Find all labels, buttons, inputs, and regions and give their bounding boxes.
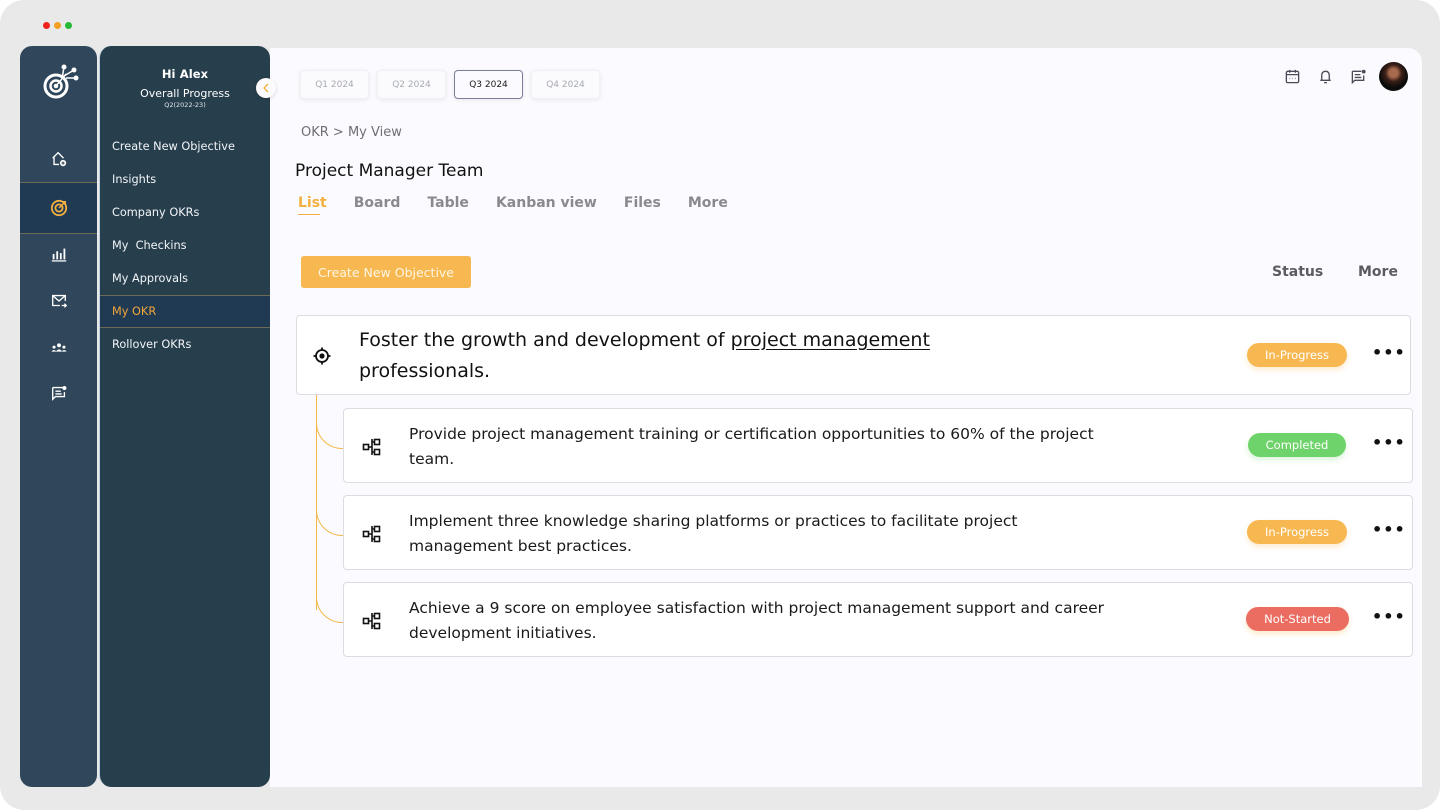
status-column-header[interactable]: Status <box>1272 264 1323 280</box>
key-result-row[interactable]: Provide project management training or c… <box>343 408 1413 483</box>
sidebar-item-my-checkins[interactable]: My Checkins <box>100 229 270 262</box>
maximize-window-button[interactable] <box>65 22 72 29</box>
rail-item-okr[interactable] <box>20 182 97 234</box>
sidebar-item-create-new-objective[interactable]: Create New Objective <box>100 130 270 163</box>
more-options-button[interactable]: ••• <box>1372 343 1406 362</box>
key-result-text: Provide project management training or c… <box>409 425 1094 468</box>
more-column-header[interactable]: More <box>1358 264 1398 280</box>
quarter-selector: Q1 2024 Q2 2024 Q3 2024 Q4 2024 <box>300 70 600 99</box>
quarter-q1-2024[interactable]: Q1 2024 <box>300 70 369 99</box>
main-content: Q1 2024 Q2 2024 Q3 2024 Q4 2024 OKR > My… <box>270 48 1422 787</box>
view-tabs: List Board Table Kanban view Files More <box>298 195 755 215</box>
page-title: Project Manager Team <box>295 161 484 181</box>
sidebar-item-label: My Approvals <box>112 272 189 285</box>
chevron-left-icon <box>263 83 269 93</box>
hierarchy-icon <box>362 525 381 543</box>
icon-rail <box>20 46 97 787</box>
objective-card[interactable]: Foster the growth and development of pro… <box>296 315 1411 395</box>
progress-period: Q2(2022-23) <box>164 101 206 109</box>
status-badge[interactable]: In-Progress <box>1247 343 1347 367</box>
home-add-icon <box>51 151 66 167</box>
user-progress-summary: Hi Alex Overall Progress Q2(2022-23) <box>100 46 270 109</box>
mail-forward-icon <box>51 294 67 308</box>
sidebar-item-label: Company OKRs <box>112 206 200 219</box>
tab-table[interactable]: Table <box>427 195 469 211</box>
key-result-row[interactable]: Implement three knowledge sharing platfo… <box>343 495 1413 570</box>
target-network-logo-icon[interactable] <box>40 62 80 102</box>
rail-item-teams[interactable] <box>20 325 97 371</box>
sidebar-item-my-approvals[interactable]: My Approvals <box>100 262 270 295</box>
status-badge[interactable]: Completed <box>1248 433 1346 457</box>
collapse-sidebar-button[interactable] <box>256 78 276 98</box>
tree-branch <box>316 595 344 623</box>
quarter-q3-2024[interactable]: Q3 2024 <box>454 70 523 99</box>
more-options-button[interactable]: ••• <box>1372 433 1406 452</box>
tree-branch <box>316 421 344 449</box>
status-badge[interactable]: In-Progress <box>1247 520 1347 544</box>
key-result-row[interactable]: Achieve a 9 score on employee satisfacti… <box>343 582 1413 657</box>
sidebar-item-label: My OKR <box>112 305 157 318</box>
tree-branch <box>316 508 344 536</box>
greeting: Hi Alex <box>161 67 209 81</box>
crosshair-target-icon <box>313 347 331 365</box>
calendar-icon <box>1285 69 1300 84</box>
sidebar-item-label: Insights <box>112 173 157 186</box>
key-result-text: Achieve a 9 score on employee satisfacti… <box>409 599 1105 642</box>
sidebar-item-label: Create New Objective <box>112 140 235 153</box>
people-group-icon <box>50 343 67 352</box>
tab-kanban-view[interactable]: Kanban view <box>496 195 597 211</box>
target-icon <box>50 199 67 217</box>
window-controls <box>43 22 72 29</box>
messages-button[interactable] <box>1342 63 1375 91</box>
overall-progress-label: Overall Progress <box>140 87 230 100</box>
create-new-objective-button[interactable]: Create New Objective <box>301 256 471 288</box>
rail-item-messages[interactable] <box>20 278 97 324</box>
hierarchy-icon <box>362 438 381 456</box>
minimize-window-button[interactable] <box>54 22 61 29</box>
hierarchy-icon <box>362 612 381 630</box>
objective-title: Foster the growth and development of pro… <box>359 325 1059 387</box>
sidebar-item-label: My Checkins <box>112 239 187 252</box>
bell-icon <box>1320 70 1331 84</box>
rail-item-reports[interactable] <box>20 231 97 277</box>
sidebar-item-rollover-okrs[interactable]: Rollover OKRs <box>100 328 270 361</box>
breadcrumb[interactable]: OKR > My View <box>301 125 402 140</box>
close-window-button[interactable] <box>43 22 50 29</box>
notifications-button[interactable] <box>1309 63 1342 91</box>
tab-list[interactable]: List <box>298 195 327 215</box>
sidebar-item-company-okrs[interactable]: Company OKRs <box>100 196 270 229</box>
more-options-button[interactable]: ••• <box>1372 607 1406 626</box>
rail-item-feedback[interactable] <box>20 370 97 416</box>
sidebar-item-label: Rollover OKRs <box>112 338 192 351</box>
objective-text: professionals. <box>359 360 491 382</box>
secondary-sidebar: Hi Alex Overall Progress Q2(2022-23) Cre… <box>99 46 270 787</box>
sidebar-item-insights[interactable]: Insights <box>100 163 270 196</box>
rail-item-home[interactable] <box>20 136 97 182</box>
tab-files[interactable]: Files <box>624 195 661 211</box>
bar-chart-icon <box>51 248 66 262</box>
tab-more[interactable]: More <box>688 195 728 211</box>
user-avatar[interactable] <box>1379 62 1408 91</box>
status-badge[interactable]: Not-Started <box>1246 607 1349 631</box>
calendar-button[interactable] <box>1276 63 1309 91</box>
key-result-text: Implement three knowledge sharing platfo… <box>409 512 1018 555</box>
top-toolbar <box>1276 62 1408 91</box>
sidebar-item-my-okr[interactable]: My OKR <box>100 295 270 328</box>
objective-link[interactable]: project management <box>731 329 930 351</box>
quarter-q2-2024[interactable]: Q2 2024 <box>377 70 446 99</box>
objective-text: Foster the growth and development of <box>359 329 731 351</box>
tab-board[interactable]: Board <box>354 195 401 211</box>
more-options-button[interactable]: ••• <box>1372 520 1406 539</box>
chat-notification-icon <box>1351 69 1366 85</box>
chat-notification-icon <box>51 385 66 401</box>
quarter-q4-2024[interactable]: Q4 2024 <box>531 70 600 99</box>
sidebar-menu: Create New Objective Insights Company OK… <box>100 130 270 361</box>
